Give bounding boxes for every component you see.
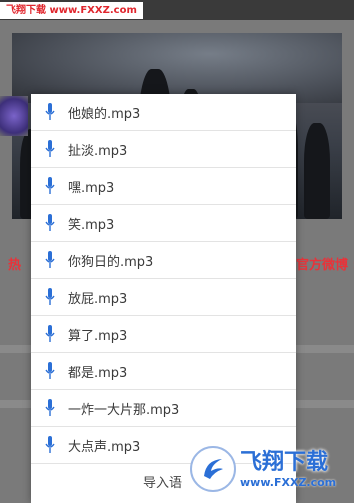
- file-name: 嘿.mp3: [68, 180, 115, 196]
- brand-name: 飞翔下载: [240, 449, 329, 475]
- brand-url: www.FXXZ.com: [240, 475, 337, 489]
- microphone-icon: [43, 398, 57, 418]
- microphone-icon: [43, 287, 57, 307]
- file-name: 一炸一大片那.mp3: [68, 402, 180, 418]
- weibo-label: 官方微博 :: [296, 258, 354, 273]
- file-name: 算了.mp3: [68, 328, 128, 344]
- list-item[interactable]: 你狗日的.mp3: [31, 242, 296, 279]
- bottom-watermark: 飞翔下载 www.FXXZ.com: [190, 440, 354, 498]
- microphone-icon: [43, 250, 57, 270]
- side-emblem-image: [0, 96, 28, 136]
- file-name: 笑.mp3: [68, 217, 115, 233]
- list-item[interactable]: 笑.mp3: [31, 205, 296, 242]
- file-name: 你狗日的.mp3: [68, 254, 154, 270]
- list-item[interactable]: 算了.mp3: [31, 316, 296, 353]
- hot-label: 热: [8, 258, 22, 273]
- import-voice-button[interactable]: 导入语: [143, 472, 182, 491]
- list-item[interactable]: 他娘的.mp3: [31, 94, 296, 131]
- list-item[interactable]: 扯淡.mp3: [31, 131, 296, 168]
- microphone-icon: [43, 102, 57, 122]
- microphone-icon: [43, 176, 57, 196]
- file-name: 放屁.mp3: [68, 291, 128, 307]
- file-name: 扯淡.mp3: [68, 143, 128, 159]
- microphone-icon: [43, 361, 57, 381]
- list-item[interactable]: 放屁.mp3: [31, 279, 296, 316]
- file-name: 他娘的.mp3: [68, 106, 141, 122]
- list-item[interactable]: 嘿.mp3: [31, 168, 296, 205]
- top-watermark: 飞翔下载 www.FXXZ.com: [0, 2, 143, 19]
- microphone-icon: [43, 324, 57, 344]
- brand-logo-icon: [190, 446, 236, 492]
- list-item[interactable]: 都是.mp3: [31, 353, 296, 390]
- microphone-icon: [43, 435, 57, 455]
- microphone-icon: [43, 139, 57, 159]
- microphone-icon: [43, 213, 57, 233]
- file-name: 都是.mp3: [68, 365, 128, 381]
- file-name: 大点声.mp3: [68, 439, 141, 455]
- list-item[interactable]: 一炸一大片那.mp3: [31, 390, 296, 427]
